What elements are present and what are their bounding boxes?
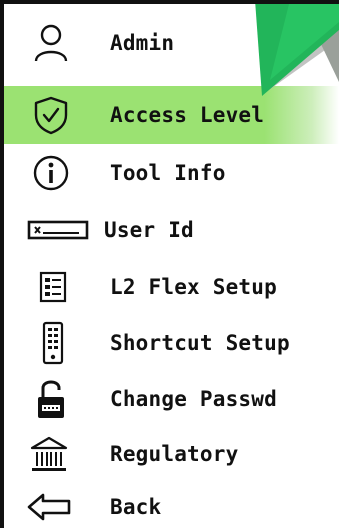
id-card-icon	[22, 207, 94, 253]
menu-item-change-passwd[interactable]: Change Passwd	[0, 370, 339, 428]
menu-item-label: Shortcut Setup	[110, 331, 290, 355]
menu-item-label: User Id	[104, 218, 194, 242]
menu-item-user-id[interactable]: User Id	[0, 201, 339, 259]
menu-item-shortcut-setup[interactable]: Shortcut Setup	[0, 314, 339, 372]
menu-item-label: Tool Info	[110, 161, 226, 185]
menu-item-l2-flex-setup[interactable]: L2 Flex Setup	[0, 258, 339, 316]
padlock-icon	[28, 376, 74, 422]
admin-menu: Admin Access Level Tool Info User Id L2 …	[0, 0, 339, 528]
info-icon	[28, 150, 74, 196]
menu-item-label: Back	[110, 495, 162, 519]
menu-item-back[interactable]: Back	[0, 478, 339, 528]
menu-item-label: Change Passwd	[110, 387, 277, 411]
selection-pointer	[255, 0, 339, 96]
menu-item-tool-info[interactable]: Tool Info	[0, 144, 339, 202]
list-settings-icon	[30, 264, 76, 310]
remote-control-icon	[30, 320, 76, 366]
menu-item-label: L2 Flex Setup	[110, 275, 277, 299]
menu-item-label: Regulatory	[110, 442, 239, 466]
menu-item-regulatory[interactable]: Regulatory	[0, 425, 339, 483]
government-building-icon	[26, 431, 72, 477]
back-arrow-icon	[24, 484, 74, 528]
